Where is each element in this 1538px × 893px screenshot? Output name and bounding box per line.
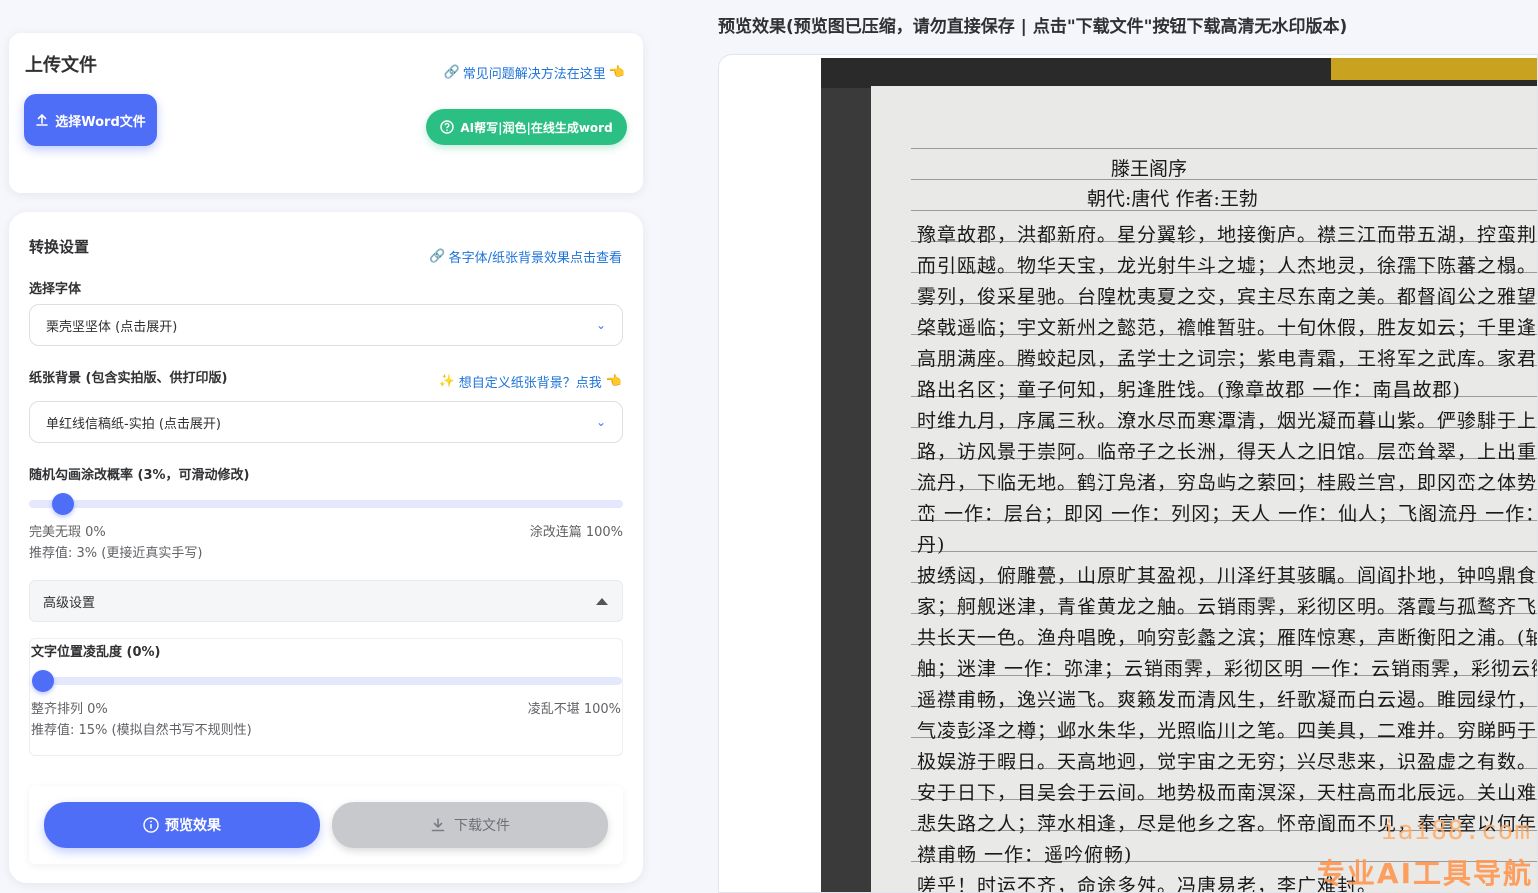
handwriting-line: 路，访风景于崇阿。临帝子之长洲，得天人之旧馆。层峦耸翠，上出重霄；飞阁	[917, 441, 1538, 463]
select-word-file-button[interactable]: 选择Word文件	[24, 94, 157, 146]
handwriting-preview-image: 滕王阁序 朝代:唐代 作者:王勃 豫章故郡，洪都新府。星分翼轸，地接衡庐。襟三江…	[821, 58, 1538, 893]
jitter-recommend: 推荐值: 15% (模拟自然书写不规则性)	[31, 723, 252, 738]
action-panel: 预览效果 下载文件	[29, 786, 623, 864]
chevron-down-icon: ⌄	[595, 318, 606, 332]
jitter-label: 文字位置凌乱度 (0%)	[31, 645, 161, 660]
advanced-settings-toggle[interactable]: 高级设置	[29, 580, 623, 622]
scribble-min-label: 完美无瑕 0%	[29, 525, 106, 540]
upload-title: 上传文件	[25, 55, 97, 76]
font-effect-link[interactable]: 🔗 各字体/纸张背景效果点击查看	[429, 247, 622, 266]
handwriting-line: 时维九月，序属三秋。潦水尽而寒潭清，烟光凝而暮山紫。俨骖騑于上	[917, 410, 1538, 432]
upload-card: 上传文件 🔗 常见问题解决方法在这里 👈 选择Word文件 AI帮写|润色|在线…	[9, 33, 643, 193]
handwriting-line: 共长天一色。渔舟唱晚，响穷彭蠡之滨；雁阵惊寒，声断衡阳之浦。(轴 通：	[917, 627, 1538, 649]
handwriting-line: 舳；迷津 一作：弥津；云销雨霁，彩彻区明 一作：云销雨霁，彩彻云衢)	[917, 658, 1538, 680]
watermark-url: iai88.com	[1381, 816, 1531, 846]
ai-write-label: AI帮写|润色|在线生成word	[460, 120, 613, 135]
handwriting-line: 路出名区；童子何知，躬逢胜饯。(豫章故郡 一作：南昌故郡)	[917, 379, 1461, 401]
scribble-label: 随机勾画涂改概率 (3%，可滑动修改)	[29, 468, 250, 483]
paper-select-value: 单红线信稿纸-实拍 (点击展开)	[46, 416, 221, 432]
advanced-panel: 文字位置凌乱度 (0%) 整齐排列 0% 凌乱不堪 100% 推荐值: 15% …	[29, 638, 623, 756]
ai-write-button[interactable]: AI帮写|润色|在线生成word	[426, 109, 627, 145]
scribble-slider[interactable]	[29, 493, 623, 515]
custom-paper-link-label: 想自定义纸张背景？点我	[458, 376, 602, 391]
handwriting-line: 家；舸舰迷津，青雀黄龙之舳。云销雨霁，彩彻区明。落霞与孤鹜齐飞，秋水	[917, 596, 1538, 618]
paper-rule-line	[911, 179, 1537, 180]
pointing-hand-icon: 👈	[605, 374, 622, 389]
info-circle-icon	[143, 817, 159, 833]
upload-icon	[36, 113, 49, 126]
doc-subtitle: 朝代:唐代 作者:王勃	[1087, 188, 1258, 210]
paper-label: 纸张背景 (包含实拍版、供打印版)	[29, 371, 228, 386]
handwriting-line: 嗟乎！时运不齐，命途多舛。冯唐易老，李广难封。	[917, 875, 1378, 893]
handwriting-line: 豫章故郡，洪都新府。星分翼轸，地接衡庐。襟三江而带五湖，控蛮荆	[917, 224, 1538, 246]
handwriting-line: 峦 一作：层台；即冈 一作：列冈；天人 一作：仙人；飞阁流丹 一作：飞阁翔	[917, 503, 1538, 525]
handwriting-line: 遥襟甫畅，逸兴遄飞。爽籁发而清风生，纤歌凝而白云遏。睢园绿竹，	[917, 689, 1538, 711]
sparkle-icon: ✨	[438, 374, 455, 389]
settings-card: 转换设置 🔗 各字体/纸张背景效果点击查看 选择字体 栗壳坚坚体 (点击展开) …	[9, 212, 643, 883]
chevron-down-icon: ⌄	[595, 415, 606, 429]
handwriting-line: 披绣闼，俯雕甍，山原旷其盈视，川泽纡其骇瞩。闾阎扑地，钟鸣鼎食之	[917, 565, 1538, 587]
caret-up-icon	[596, 597, 608, 605]
font-select-value: 栗壳坚坚体 (点击展开)	[46, 319, 178, 335]
doc-title: 滕王阁序	[1111, 158, 1188, 180]
font-effect-link-label: 各字体/纸张背景效果点击查看	[448, 251, 622, 266]
preview-button[interactable]: 预览效果	[44, 802, 320, 848]
handwriting-line: 安于日下，目吴会于云间。地势极而南溟深，天柱高而北辰远。关山难越，谁	[917, 782, 1538, 804]
handwriting-line: 襟甫畅 一作：遥吟俯畅)	[917, 844, 1133, 866]
paper-sheet: 滕王阁序 朝代:唐代 作者:王勃 豫章故郡，洪都新府。星分翼轸，地接衡庐。襟三江…	[871, 86, 1538, 893]
jitter-slider[interactable]	[32, 670, 622, 692]
handwriting-line: 而引瓯越。物华天宝，龙光射牛斗之墟；人杰地灵，徐孺下陈蕃之榻。雄州	[917, 255, 1538, 277]
handwriting-line: 气凌彭泽之樽；邺水朱华，光照临川之笔。四美具，二难并。穷睇眄于中天，	[917, 720, 1538, 742]
left-panel: 上传文件 🔗 常见问题解决方法在这里 👈 选择Word文件 AI帮写|润色|在线…	[0, 0, 660, 893]
scribble-recommend: 推荐值: 3% (更接近真实手写)	[29, 546, 203, 561]
question-circle-icon	[440, 120, 455, 134]
custom-paper-link[interactable]: ✨ 想自定义纸张背景？点我 👈	[439, 372, 622, 391]
select-word-file-label: 选择Word文件	[55, 114, 146, 130]
preview-button-label: 预览效果	[165, 818, 221, 834]
download-icon	[431, 818, 445, 832]
link-icon: 🔗	[443, 65, 460, 80]
font-select[interactable]: 栗壳坚坚体 (点击展开) ⌄	[29, 304, 623, 346]
handwriting-line: 棨戟遥临；宇文新州之懿范，襜帷暂驻。十旬休假，胜友如云；千里逢迎，	[917, 317, 1538, 339]
faq-link-label: 常见问题解决方法在这里	[462, 67, 606, 82]
preview-heading: 预览效果(预览图已压缩，请勿直接保存 | 点击"下载文件"按钮下载高清无水印版本…	[718, 17, 1348, 37]
jitter-min-label: 整齐排列 0%	[31, 702, 108, 717]
download-button[interactable]: 下载文件	[332, 802, 608, 848]
handwriting-line: 雾列，俊采星驰。台隍枕夷夏之交，宾主尽东南之美。都督阎公之雅望，	[917, 286, 1538, 308]
settings-title: 转换设置	[29, 238, 90, 256]
photo-background-yellow	[1331, 58, 1537, 80]
handwriting-line: 丹)	[917, 534, 946, 556]
handwriting-line: 高朋满座。腾蛟起凤，孟学士之词宗；紫电青霜，王将军之武库。家君作宰，	[917, 348, 1538, 370]
font-label: 选择字体	[29, 282, 82, 297]
paper-rule-line	[911, 210, 1537, 211]
scribble-slider-thumb[interactable]	[52, 493, 75, 515]
handwriting-line: 极娱游于暇日。天高地迥，觉宇宙之无穷；兴尽悲来，识盈虚之有数。望长	[917, 751, 1538, 773]
link-icon: 🔗	[429, 249, 446, 264]
paper-rule-line	[911, 148, 1537, 149]
handwriting-line: 流丹，下临无地。鹤汀凫渚，穷岛屿之萦回；桂殿兰宫，即冈峦之体势。(层	[917, 472, 1538, 494]
scribble-max-label: 涂改连篇 100%	[529, 525, 623, 540]
paper-select[interactable]: 单红线信稿纸-实拍 (点击展开) ⌄	[29, 401, 623, 443]
paper-rule-line	[911, 551, 1537, 552]
jitter-max-label: 凌乱不堪 100%	[527, 702, 621, 717]
faq-link[interactable]: 🔗 常见问题解决方法在这里 👈	[444, 63, 625, 82]
download-button-label: 下载文件	[454, 818, 510, 834]
advanced-settings-label: 高级设置	[43, 595, 96, 611]
preview-frame: 滕王阁序 朝代:唐代 作者:王勃 豫章故郡，洪都新府。星分翼轸，地接衡庐。襟三江…	[718, 54, 1538, 893]
watermark-text: 专业AI工具导航	[1316, 857, 1533, 890]
pointing-hand-icon: 👈	[608, 65, 625, 80]
jitter-slider-thumb[interactable]	[32, 670, 54, 692]
